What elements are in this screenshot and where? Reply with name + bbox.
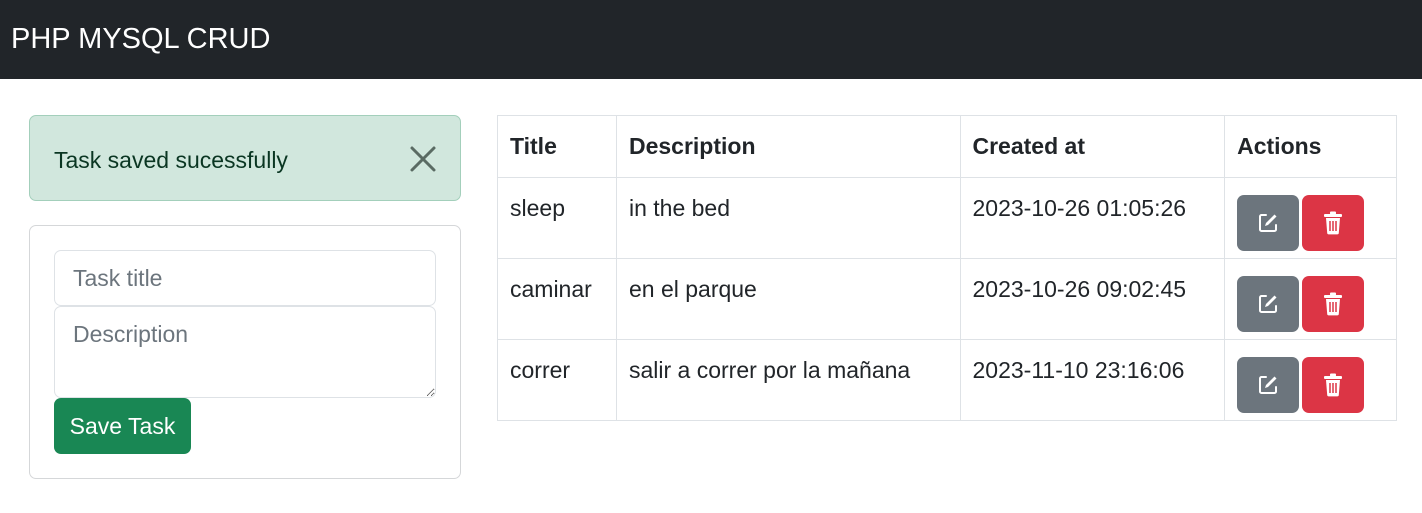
trash-icon xyxy=(1324,211,1343,235)
navbar-brand[interactable]: PHP MYSQL CRUD xyxy=(11,20,270,58)
cell-title: caminar xyxy=(497,258,617,340)
navbar: PHP MYSQL CRUD xyxy=(0,0,1422,79)
tasks-table: Title Description Created at Actions sle… xyxy=(497,115,1397,421)
edit-icon xyxy=(1259,214,1278,232)
delete-button[interactable] xyxy=(1302,357,1365,413)
trash-icon xyxy=(1324,292,1343,316)
success-alert: Task saved sucessfully xyxy=(29,115,461,201)
cell-created-at: 2023-10-26 09:02:45 xyxy=(959,258,1226,340)
table-row: sleep in the bed 2023-10-26 01:05:26 xyxy=(497,177,1397,259)
edit-icon xyxy=(1259,295,1278,313)
cell-title: sleep xyxy=(497,177,617,259)
task-form-card: Save Task xyxy=(29,225,461,479)
table-row: caminar en el parque 2023-10-26 09:02:45 xyxy=(497,258,1397,340)
cell-created-at: 2023-11-10 23:16:06 xyxy=(959,339,1226,421)
header-actions: Actions xyxy=(1224,115,1397,178)
cell-description: in the bed xyxy=(615,177,961,259)
delete-button[interactable] xyxy=(1302,276,1365,332)
edit-button[interactable] xyxy=(1237,195,1300,251)
cell-created-at: 2023-10-26 01:05:26 xyxy=(959,177,1226,259)
cell-title: correr xyxy=(497,339,617,421)
save-task-button[interactable]: Save Task xyxy=(54,398,191,454)
trash-icon xyxy=(1324,373,1343,397)
header-created-at: Created at xyxy=(959,115,1226,178)
cell-actions xyxy=(1224,177,1397,259)
description-textarea[interactable] xyxy=(54,306,436,398)
cell-actions xyxy=(1224,339,1397,421)
header-description: Description xyxy=(615,115,961,178)
close-icon[interactable] xyxy=(408,144,438,174)
cell-actions xyxy=(1224,258,1397,340)
table-header-row: Title Description Created at Actions xyxy=(497,115,1397,178)
alert-message: Task saved sucessfully xyxy=(54,147,288,173)
header-title: Title xyxy=(497,115,617,178)
task-title-input[interactable] xyxy=(54,250,436,306)
edit-button[interactable] xyxy=(1237,357,1300,413)
table-row: correr salir a correr por la mañana 2023… xyxy=(497,339,1397,421)
delete-button[interactable] xyxy=(1302,195,1365,251)
edit-icon xyxy=(1259,376,1278,394)
cell-description: salir a correr por la mañana xyxy=(615,339,961,421)
cell-description: en el parque xyxy=(615,258,961,340)
edit-button[interactable] xyxy=(1237,276,1300,332)
